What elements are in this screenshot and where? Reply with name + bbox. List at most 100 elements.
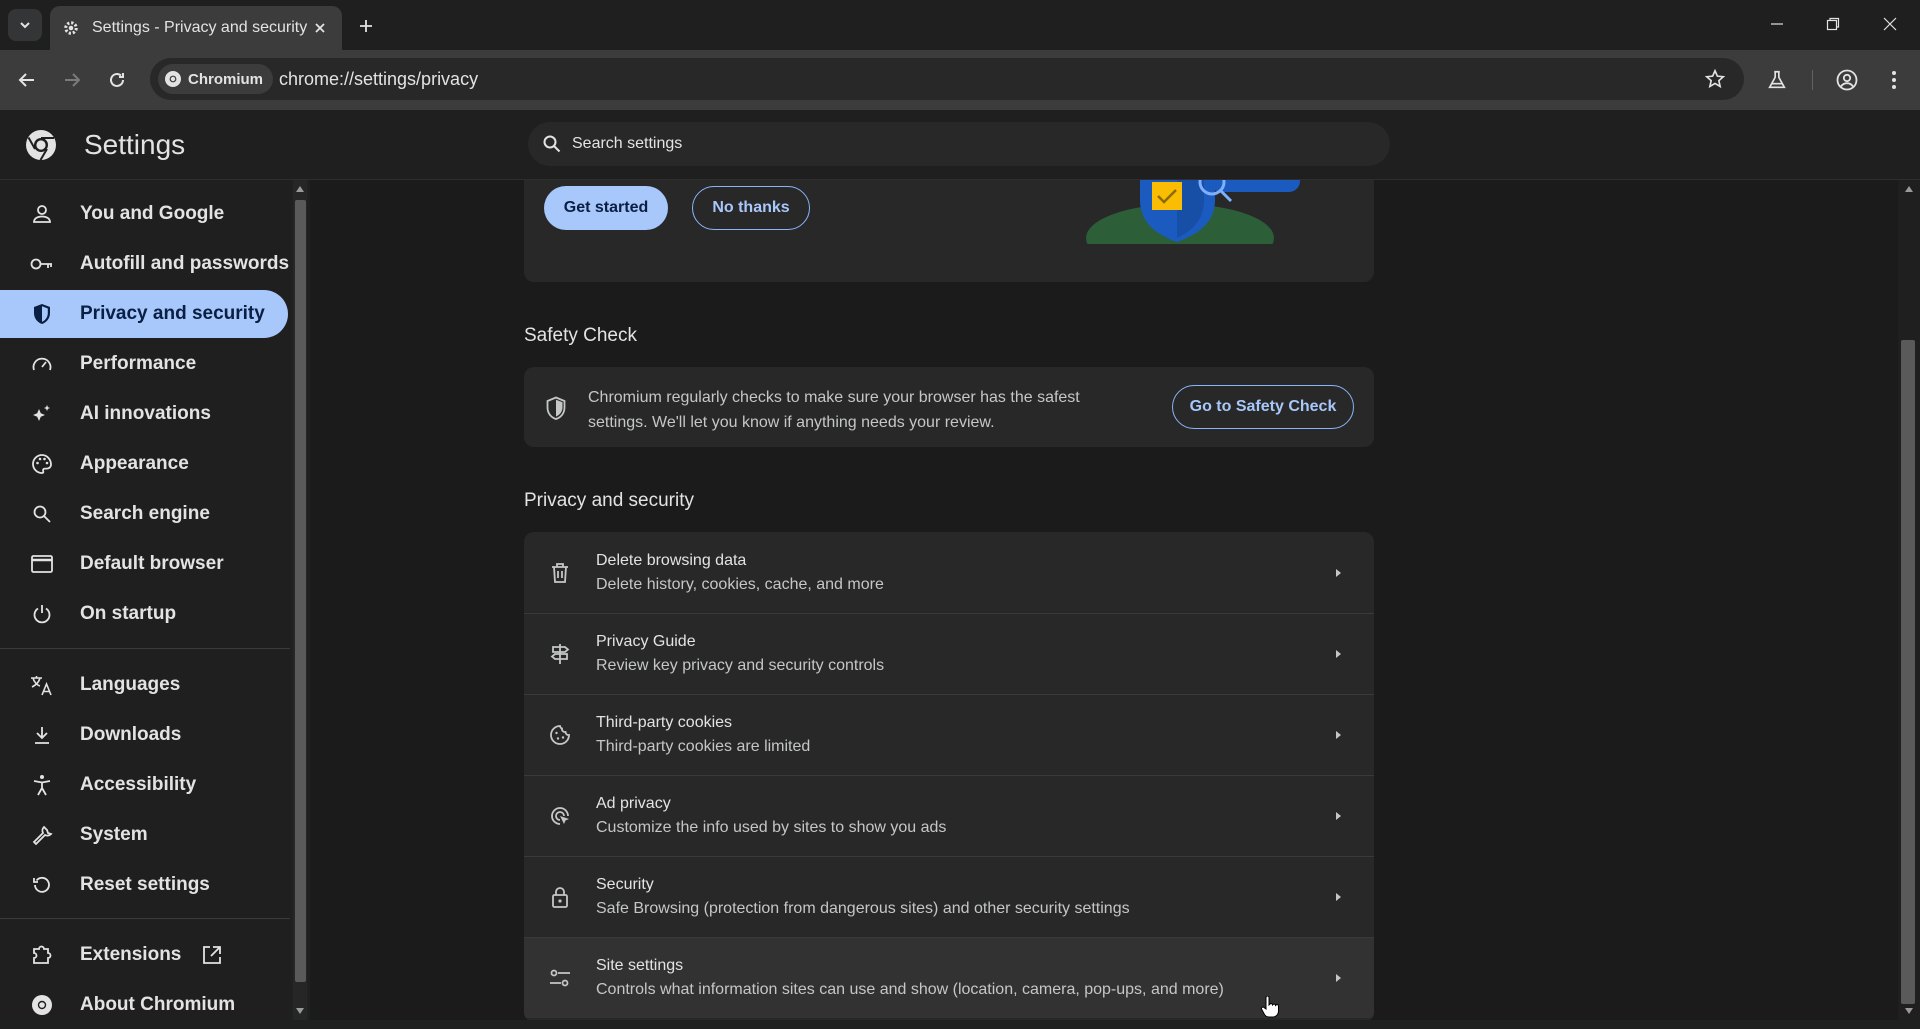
person-icon (30, 202, 54, 226)
search-icon (30, 502, 54, 526)
arrow-right-icon (1326, 885, 1350, 909)
menu-button[interactable] (1880, 66, 1908, 94)
sidebar-item-search-engine[interactable]: Search engine (0, 490, 290, 538)
key-icon (30, 252, 54, 276)
toolbar-divider (1812, 70, 1813, 90)
restore-button[interactable] (1813, 8, 1853, 40)
sidebar-item-system[interactable]: System (0, 811, 290, 859)
address-bar[interactable]: Chromium chrome://settings/privacy (150, 58, 1744, 100)
promo-illustration (1060, 180, 1320, 252)
wrench-icon (30, 823, 54, 847)
hand-cursor-icon (1260, 996, 1279, 1018)
page-title: Settings (84, 129, 186, 160)
accessibility-icon (30, 773, 54, 797)
sidebar-item-you-and-google[interactable]: You and Google (0, 190, 290, 238)
privacy-guide-row[interactable]: Privacy Guide Review key privacy and secu… (524, 613, 1374, 694)
gear-icon (64, 21, 78, 35)
chevron-down-icon (20, 22, 30, 29)
main-content: Get started No thanks Safety Check Chrom… (310, 180, 1898, 1020)
sidebar-item-accessibility[interactable]: Accessibility (0, 761, 290, 809)
sparkle-icon (30, 402, 54, 426)
tab-settings[interactable]: Settings - Privacy and security (50, 6, 342, 50)
go-to-safety-check-button[interactable]: Go to Safety Check (1172, 385, 1354, 429)
tab-search-button[interactable] (8, 9, 42, 41)
search-icon (543, 135, 561, 153)
minimize-icon (1771, 23, 1783, 25)
reload-button[interactable] (103, 66, 131, 94)
chromium-logo-icon (26, 130, 56, 161)
forward-button[interactable] (58, 66, 86, 94)
sidebar-item-downloads[interactable]: Downloads (0, 711, 290, 759)
get-started-button[interactable]: Get started (544, 186, 668, 230)
privacy-guide-promo-card: Get started No thanks (524, 180, 1374, 282)
star-icon (1704, 68, 1726, 89)
sidebar-item-privacy-and-security[interactable]: Privacy and security (0, 290, 288, 338)
profile-button[interactable] (1833, 66, 1861, 94)
sidebar-item-languages[interactable]: Languages (0, 661, 290, 709)
security-row[interactable]: Security Safe Browsing (protection from d… (524, 856, 1374, 937)
sidebar-item-appearance[interactable]: Appearance (0, 440, 290, 488)
title-bar: Settings - Privacy and security (0, 0, 1920, 50)
palette-icon (30, 452, 54, 476)
search-placeholder: Search settings (572, 135, 683, 152)
scroll-up-icon (296, 186, 304, 192)
puzzle-icon (30, 943, 54, 967)
signpost-icon (548, 642, 572, 666)
download-icon (30, 723, 54, 747)
sidebar-item-reset-settings[interactable]: Reset settings (0, 861, 290, 909)
url-text[interactable]: chrome://settings/privacy (279, 69, 478, 90)
scroll-down-icon (1905, 1008, 1913, 1014)
close-window-button[interactable] (1870, 8, 1910, 40)
site-info-chip[interactable]: Chromium (158, 64, 273, 94)
sidebar-item-extensions[interactable]: Extensions (0, 931, 290, 979)
arrow-right-icon (1326, 804, 1350, 828)
sidebar-item-about-chromium[interactable]: About Chromium (0, 981, 290, 1029)
chromium-icon (30, 993, 54, 1017)
site-settings-row[interactable]: Site settings Controls what information s… (524, 937, 1374, 1018)
safety-check-heading: Safety Check (524, 325, 637, 346)
sidebar-item-ai-innovations[interactable]: AI innovations (0, 390, 290, 438)
close-icon (1883, 17, 1897, 31)
close-tab-button[interactable] (310, 18, 330, 38)
sidebar-divider (0, 918, 290, 919)
plus-icon (360, 20, 372, 32)
sidebar-item-default-browser[interactable]: Default browser (0, 540, 290, 588)
labs-button[interactable] (1763, 66, 1791, 94)
translate-icon (30, 673, 54, 697)
account-icon (1836, 69, 1858, 91)
sidebar-scrollbar-thumb[interactable] (295, 200, 306, 982)
delete-browsing-data-row[interactable]: Delete browsing data Delete history, cook… (524, 532, 1374, 613)
more-vert-icon (1892, 71, 1896, 89)
reset-icon (30, 873, 54, 897)
sidebar-item-autofill[interactable]: Autofill and passwords (0, 240, 290, 288)
open-in-new-icon (201, 944, 223, 966)
power-icon (30, 602, 54, 626)
safety-check-card: Chromium regularly checks to make sure y… (524, 367, 1374, 447)
bookmark-button[interactable] (1704, 68, 1726, 90)
cookie-icon (548, 723, 572, 747)
back-button[interactable] (13, 66, 41, 94)
speedometer-icon (30, 352, 54, 376)
main-scrollbar-thumb[interactable] (1901, 340, 1915, 1004)
arrow-right-icon (1326, 561, 1350, 585)
no-thanks-button[interactable]: No thanks (692, 186, 810, 230)
chromium-icon (165, 71, 181, 87)
shield-icon (546, 396, 566, 420)
restore-icon (1826, 17, 1840, 31)
flask-icon (1768, 70, 1786, 89)
search-input[interactable]: Search settings (528, 122, 1390, 166)
sidebar-divider (0, 648, 290, 649)
sidebar-item-on-startup[interactable]: On startup (0, 590, 290, 638)
sliders-icon (548, 966, 572, 990)
ad-privacy-icon (548, 804, 572, 828)
scroll-down-icon (296, 1008, 304, 1014)
sidebar-item-performance[interactable]: Performance (0, 340, 290, 388)
ad-privacy-row[interactable]: Ad privacy Customize the info used by sit… (524, 775, 1374, 856)
shield-icon (30, 302, 54, 326)
third-party-cookies-row[interactable]: Third-party cookies Third-party cookies a… (524, 694, 1374, 775)
minimize-button[interactable] (1757, 8, 1797, 40)
sidebar: You and Google Autofill and passwords Pr… (0, 180, 290, 1020)
site-chip-label: Chromium (188, 70, 263, 88)
new-tab-button[interactable] (352, 12, 380, 40)
toolbar: Chromium chrome://settings/privacy (0, 50, 1920, 110)
